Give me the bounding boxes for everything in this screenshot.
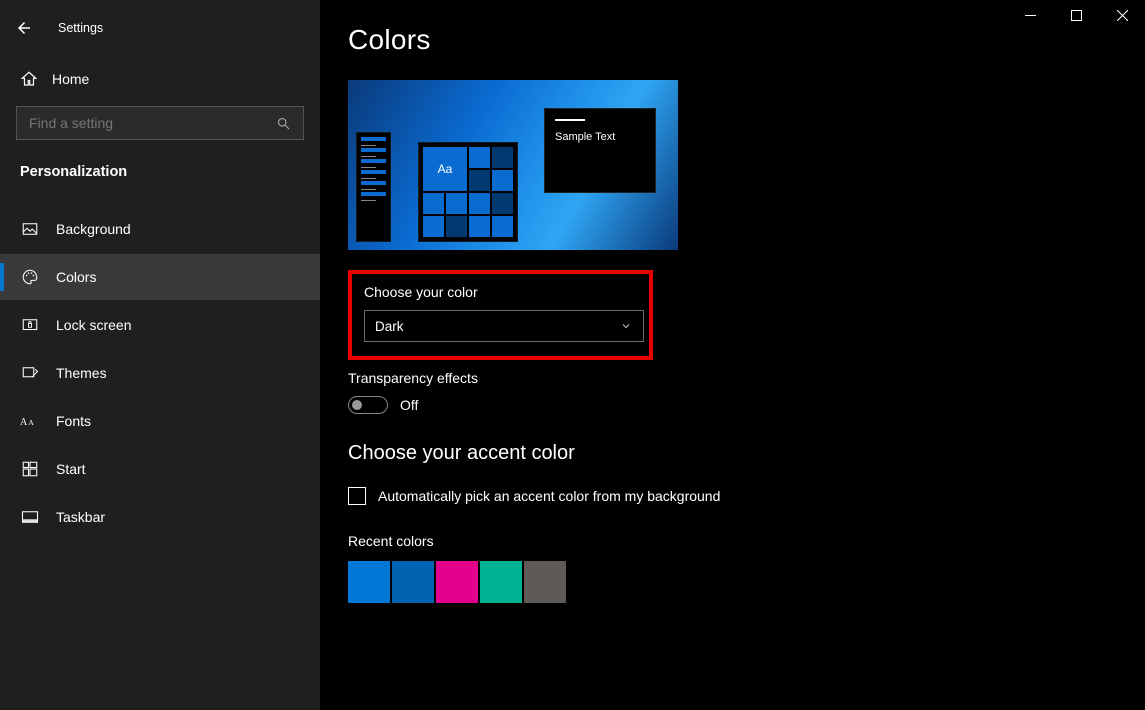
recent-colors-label: Recent colors <box>348 533 860 549</box>
auto-accent-row[interactable]: Automatically pick an accent color from … <box>348 487 860 505</box>
sidebar-item-label: Background <box>56 221 131 237</box>
home-nav-item[interactable]: Home <box>0 60 320 100</box>
svg-text:A: A <box>20 417 28 428</box>
search-box[interactable] <box>16 106 304 140</box>
dropdown-value: Dark <box>375 319 404 334</box>
svg-text:A: A <box>28 418 34 427</box>
start-icon <box>20 460 40 478</box>
sidebar: Settings Home Personalization Backgr <box>0 0 320 710</box>
sidebar-item-themes[interactable]: Themes <box>0 350 320 396</box>
main-content: Colors Aa <box>320 0 1145 710</box>
color-swatch[interactable] <box>392 561 434 603</box>
window-controls <box>1007 0 1145 30</box>
transparency-toggle-row: Off <box>348 396 860 414</box>
sidebar-item-label: Taskbar <box>56 509 105 525</box>
settings-window: Settings Home Personalization Backgr <box>0 0 1145 710</box>
home-icon <box>20 70 38 88</box>
toggle-knob <box>352 400 362 410</box>
search-container <box>0 100 320 156</box>
close-button[interactable] <box>1099 0 1145 30</box>
sidebar-item-lockscreen[interactable]: Lock screen <box>0 302 320 348</box>
window-title: Settings <box>58 21 103 35</box>
color-swatch[interactable] <box>348 561 390 603</box>
maximize-button[interactable] <box>1053 0 1099 30</box>
auto-accent-checkbox[interactable] <box>348 487 366 505</box>
sidebar-item-fonts[interactable]: AA Fonts <box>0 398 320 444</box>
color-swatch[interactable] <box>480 561 522 603</box>
minimize-icon <box>1025 10 1036 21</box>
choose-color-dropdown[interactable]: Dark <box>364 310 644 342</box>
image-icon <box>20 220 40 238</box>
fonts-icon: AA <box>20 413 40 429</box>
sidebar-item-label: Colors <box>56 269 96 285</box>
preview-sample-text: Sample Text <box>555 131 645 143</box>
preview-window: Sample Text <box>544 108 656 193</box>
palette-icon <box>20 268 40 286</box>
transparency-state: Off <box>400 397 418 413</box>
color-swatch[interactable] <box>524 561 566 603</box>
sidebar-item-label: Start <box>56 461 86 477</box>
page-title: Colors <box>348 24 860 56</box>
auto-accent-label: Automatically pick an accent color from … <box>378 488 720 504</box>
search-input[interactable] <box>29 115 269 131</box>
preview-aa: Aa <box>423 147 467 191</box>
back-button[interactable] <box>10 14 38 42</box>
transparency-toggle[interactable] <box>348 396 388 414</box>
home-label: Home <box>52 71 89 87</box>
sidebar-item-label: Lock screen <box>56 317 131 333</box>
preview-start-menu: Aa <box>418 142 518 242</box>
choose-color-label: Choose your color <box>364 284 637 300</box>
close-icon <box>1117 10 1128 21</box>
minimize-button[interactable] <box>1007 0 1053 30</box>
color-swatch[interactable] <box>436 561 478 603</box>
chevron-down-icon <box>619 319 633 333</box>
sidebar-item-label: Themes <box>56 365 107 381</box>
recent-colors-list <box>348 561 860 603</box>
lock-screen-icon <box>20 316 40 334</box>
sidebar-item-taskbar[interactable]: Taskbar <box>0 494 320 540</box>
themes-icon <box>20 364 40 382</box>
sidebar-item-label: Fonts <box>56 413 91 429</box>
sidebar-item-background[interactable]: Background <box>0 206 320 252</box>
arrow-left-icon <box>15 19 33 37</box>
color-preview: Aa Sample Text <box>348 80 678 250</box>
sidebar-item-start[interactable]: Start <box>0 446 320 492</box>
search-icon <box>275 115 291 131</box>
category-heading: Personalization <box>0 156 320 188</box>
nav-list: Background Colors Lock screen Themes <box>0 206 320 540</box>
transparency-label: Transparency effects <box>348 370 860 386</box>
maximize-icon <box>1071 10 1082 21</box>
choose-color-highlight: Choose your color Dark <box>348 270 653 360</box>
titlebar: Settings <box>0 8 320 60</box>
sidebar-item-colors[interactable]: Colors <box>0 254 320 300</box>
taskbar-icon <box>20 508 40 526</box>
accent-heading: Choose your accent color <box>348 442 860 465</box>
preview-taskbar <box>356 132 391 242</box>
